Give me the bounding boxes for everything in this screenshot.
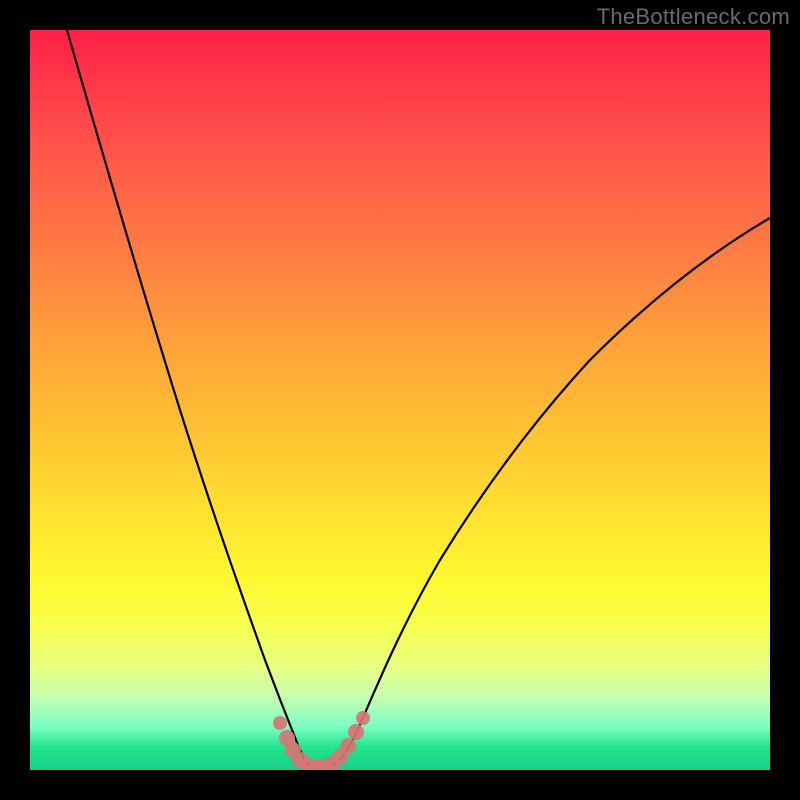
optimal-marker — [348, 724, 364, 740]
optimal-marker — [340, 738, 356, 754]
plot-area — [30, 30, 770, 770]
chart-frame: TheBottleneck.com — [0, 0, 800, 800]
optimal-marker — [273, 716, 287, 730]
optimal-marker — [356, 711, 370, 725]
bottleneck-curve-line — [67, 30, 770, 768]
watermark-text: TheBottleneck.com — [597, 4, 790, 30]
chart-svg — [30, 30, 770, 770]
